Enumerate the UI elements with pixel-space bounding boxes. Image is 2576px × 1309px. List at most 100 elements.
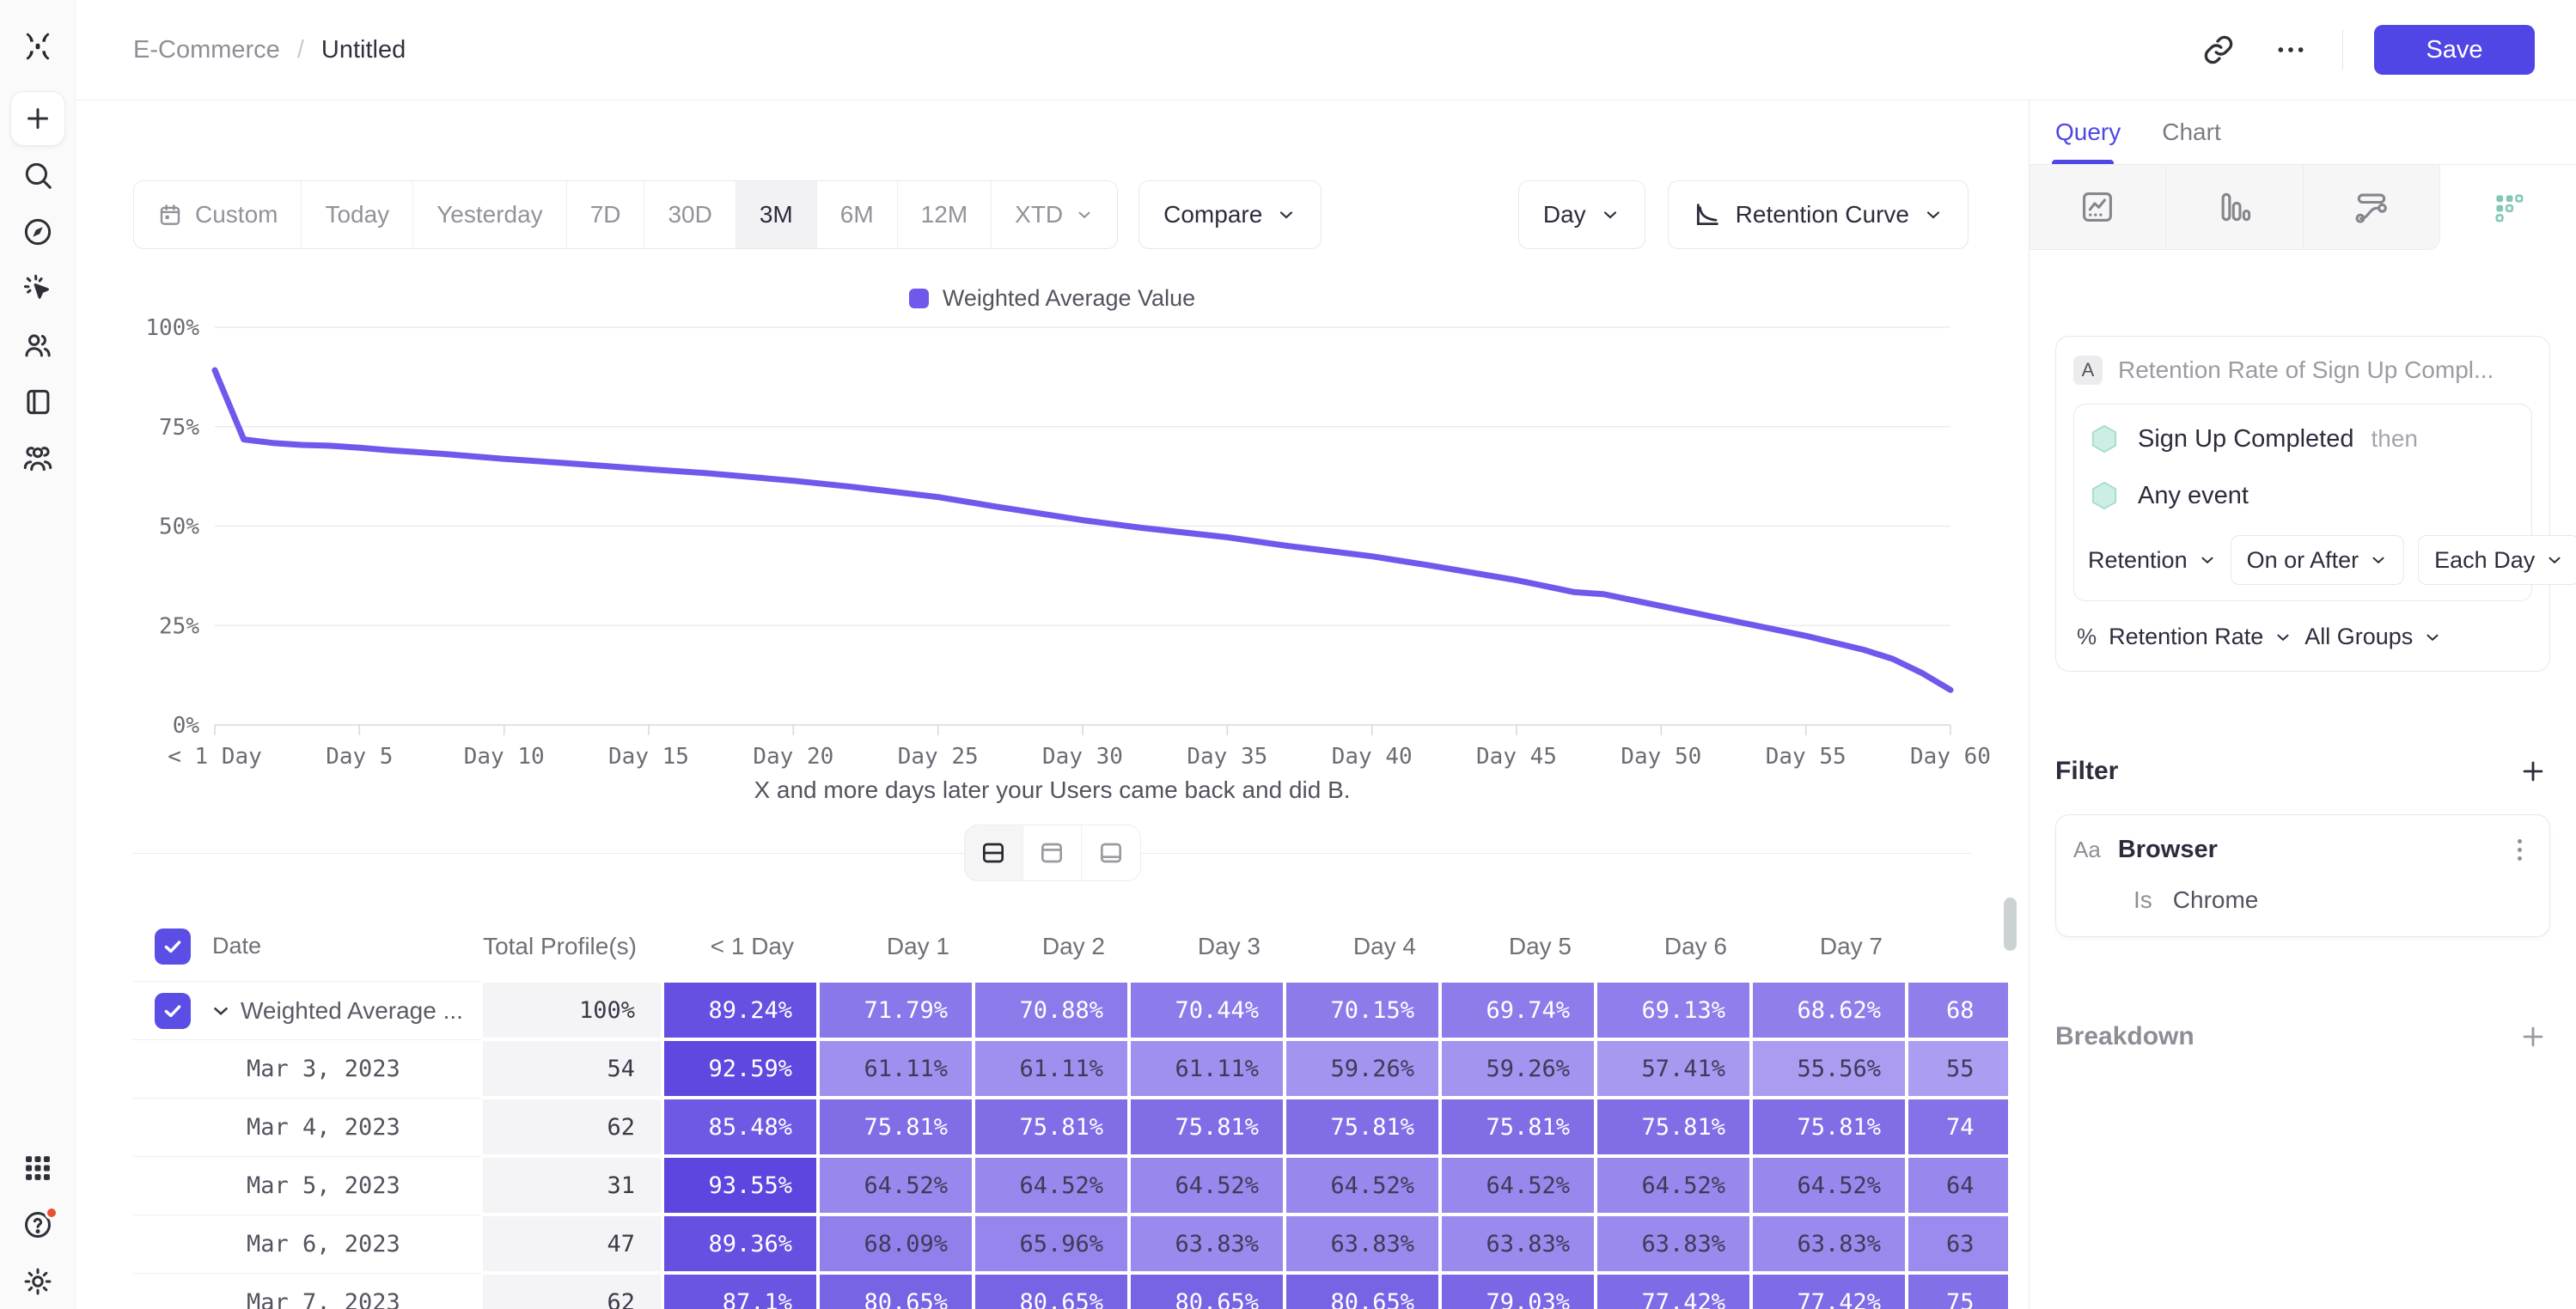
- retention-curve-plot[interactable]: 100%75%50%25%0%< 1 DayDay 5Day 10Day 15D…: [133, 317, 2028, 772]
- retention-cell[interactable]: 77.42%: [1751, 1273, 1907, 1309]
- checkbox[interactable]: [155, 928, 191, 965]
- filter-menu-button[interactable]: [2506, 839, 2532, 861]
- retention-cell-clipped[interactable]: 68: [1907, 981, 2008, 1039]
- retention-cell[interactable]: 80.65%: [1285, 1273, 1440, 1309]
- retention-cell[interactable]: 85.48%: [662, 1098, 818, 1156]
- retention-cell[interactable]: 77.42%: [1596, 1273, 1751, 1309]
- retention-cell[interactable]: 68.09%: [818, 1215, 974, 1273]
- retention-cell[interactable]: 64.52%: [1596, 1156, 1751, 1215]
- retention-cell[interactable]: 64.52%: [1440, 1156, 1596, 1215]
- add-filter-button[interactable]: [2516, 754, 2550, 788]
- metric-dropdown[interactable]: Retention Rate: [2109, 624, 2292, 650]
- breadcrumb-page[interactable]: Untitled: [321, 36, 406, 64]
- checkbox[interactable]: [155, 993, 191, 1029]
- retention-cell[interactable]: 93.55%: [662, 1156, 818, 1215]
- filter-value[interactable]: Chrome: [2173, 886, 2259, 914]
- retention-cell[interactable]: 69.74%: [1440, 981, 1596, 1039]
- retention-cell[interactable]: 59.26%: [1285, 1039, 1440, 1098]
- report-type-funnels[interactable]: [2166, 165, 2303, 250]
- retention-cell[interactable]: 75.81%: [1129, 1098, 1285, 1156]
- retention-cell[interactable]: 63.83%: [1129, 1215, 1285, 1273]
- report-type-insights[interactable]: [2030, 165, 2166, 250]
- retention-cell[interactable]: 75.81%: [1751, 1098, 1907, 1156]
- retention-cell[interactable]: 75.81%: [1440, 1098, 1596, 1156]
- retention-cell[interactable]: 79.03%: [1440, 1273, 1596, 1309]
- range-12m[interactable]: 12M: [898, 181, 992, 248]
- retention-cell[interactable]: 55.56%: [1751, 1039, 1907, 1098]
- granularity-button[interactable]: Day: [1518, 180, 1645, 249]
- range-6m[interactable]: 6M: [817, 181, 898, 248]
- retention-cell[interactable]: 64.52%: [818, 1156, 974, 1215]
- sidebar-item-reports[interactable]: [10, 374, 65, 429]
- range-yesterday[interactable]: Yesterday: [413, 181, 567, 248]
- retention-cell[interactable]: 71.79%: [818, 981, 974, 1039]
- sidebar-item-settings[interactable]: [10, 1254, 65, 1309]
- sidebar-item-help[interactable]: [10, 1197, 65, 1252]
- save-button[interactable]: Save: [2374, 25, 2535, 75]
- retention-cell[interactable]: 70.15%: [1285, 981, 1440, 1039]
- retention-window-dropdown[interactable]: On or After: [2231, 535, 2405, 585]
- retention-cell[interactable]: 65.96%: [974, 1215, 1129, 1273]
- sidebar-item-users[interactable]: [10, 318, 65, 373]
- retention-cell[interactable]: 63.83%: [1285, 1215, 1440, 1273]
- retention-cell[interactable]: 59.26%: [1440, 1039, 1596, 1098]
- range-xtd[interactable]: XTD: [992, 181, 1117, 248]
- groups-dropdown[interactable]: All Groups: [2304, 624, 2442, 650]
- layout-split-button[interactable]: [965, 825, 1023, 880]
- retention-type-dropdown[interactable]: Retention: [2088, 547, 2217, 574]
- retention-cell[interactable]: 92.59%: [662, 1039, 818, 1098]
- retention-cell[interactable]: 89.24%: [662, 981, 818, 1039]
- retention-cell[interactable]: 64.52%: [1285, 1156, 1440, 1215]
- retention-cell[interactable]: 70.88%: [974, 981, 1129, 1039]
- retention-bucket-dropdown[interactable]: Each Day: [2418, 535, 2576, 585]
- range-30d[interactable]: 30D: [644, 181, 736, 248]
- retention-cell[interactable]: 75.81%: [1596, 1098, 1751, 1156]
- retention-cell[interactable]: 80.65%: [818, 1273, 974, 1309]
- retention-cell[interactable]: 64.52%: [974, 1156, 1129, 1215]
- retention-cell[interactable]: 64.52%: [1129, 1156, 1285, 1215]
- sidebar-item-apps[interactable]: [10, 1141, 65, 1196]
- layout-top-button[interactable]: [1023, 825, 1082, 880]
- retention-cell[interactable]: 61.11%: [818, 1039, 974, 1098]
- range-today[interactable]: Today: [302, 181, 413, 248]
- retention-cell[interactable]: 87.1%: [662, 1273, 818, 1309]
- layout-bottom-button[interactable]: [1082, 825, 1140, 880]
- report-type-flows[interactable]: [2304, 165, 2440, 250]
- tab-query[interactable]: Query: [2055, 100, 2121, 164]
- new-report-button[interactable]: [10, 91, 65, 146]
- retention-cell[interactable]: 75.81%: [974, 1098, 1129, 1156]
- retention-cell[interactable]: 57.41%: [1596, 1039, 1751, 1098]
- expand-row-button[interactable]: [210, 1000, 232, 1022]
- retention-cell[interactable]: 61.11%: [1129, 1039, 1285, 1098]
- compare-button[interactable]: Compare: [1138, 180, 1322, 249]
- sidebar-item-cohorts[interactable]: [10, 431, 65, 486]
- sidebar-item-search[interactable]: [10, 148, 65, 203]
- retention-cell[interactable]: 63.83%: [1596, 1215, 1751, 1273]
- chart-type-button[interactable]: Retention Curve: [1668, 180, 1969, 249]
- add-breakdown-button[interactable]: [2516, 1020, 2550, 1054]
- retention-cell[interactable]: 75.81%: [818, 1098, 974, 1156]
- retention-cell[interactable]: 70.44%: [1129, 981, 1285, 1039]
- retention-cell[interactable]: 75.81%: [1285, 1098, 1440, 1156]
- retention-cell[interactable]: 68.62%: [1751, 981, 1907, 1039]
- retention-cell[interactable]: 80.65%: [974, 1273, 1129, 1309]
- range-3m[interactable]: 3M: [736, 181, 817, 248]
- table-scrollbar[interactable]: [2004, 898, 2017, 951]
- retention-cell[interactable]: 64.52%: [1751, 1156, 1907, 1215]
- range-7d[interactable]: 7D: [567, 181, 645, 248]
- retention-cell[interactable]: 63.83%: [1440, 1215, 1596, 1273]
- filter-operator[interactable]: Is: [2133, 886, 2152, 914]
- retention-cell-clipped[interactable]: 64: [1907, 1156, 2008, 1215]
- brand-logo[interactable]: [19, 24, 57, 69]
- retention-cell-clipped[interactable]: 63: [1907, 1215, 2008, 1273]
- share-link-button[interactable]: [2198, 29, 2239, 70]
- retention-cell[interactable]: 63.83%: [1751, 1215, 1907, 1273]
- sidebar-item-explore[interactable]: [10, 204, 65, 259]
- tab-chart[interactable]: Chart: [2162, 100, 2220, 164]
- retention-cell[interactable]: 69.13%: [1596, 981, 1751, 1039]
- retention-cell-clipped[interactable]: 55: [1907, 1039, 2008, 1098]
- sidebar-item-events[interactable]: [10, 261, 65, 316]
- retention-cell-clipped[interactable]: 75: [1907, 1273, 2008, 1309]
- event-step-1[interactable]: Sign Up Completed then: [2088, 422, 2518, 456]
- event-step-2[interactable]: Any event: [2088, 478, 2518, 513]
